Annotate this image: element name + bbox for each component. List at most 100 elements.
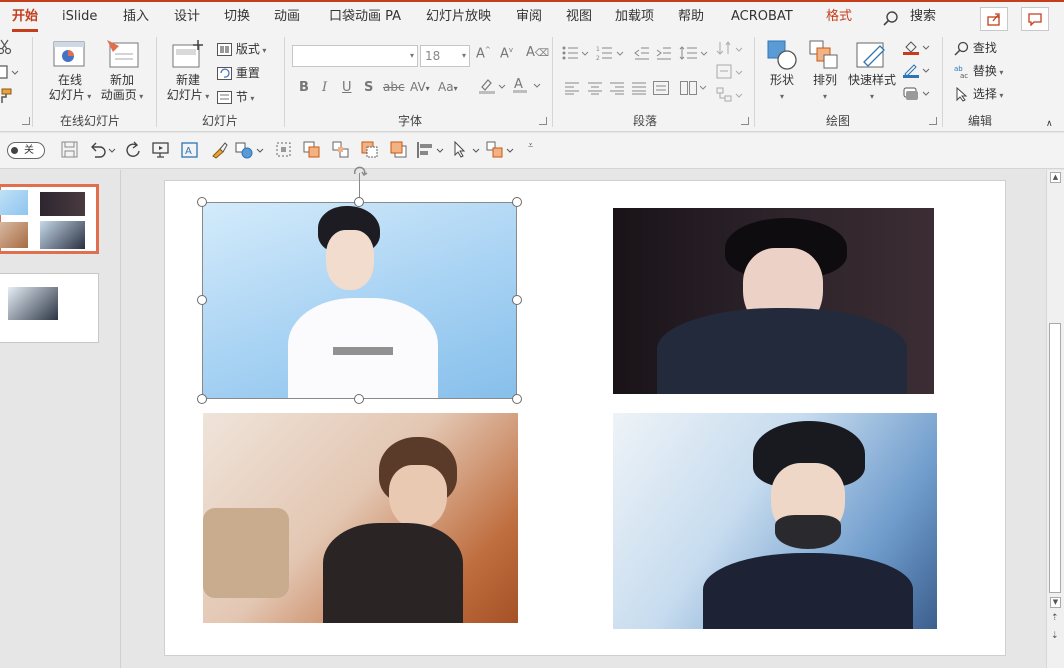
resize-handle-left[interactable] bbox=[197, 295, 207, 305]
quick-styles-icon[interactable] bbox=[856, 40, 888, 70]
collapse-ribbon-icon[interactable]: ∧ bbox=[1046, 119, 1053, 129]
select-button[interactable]: 选择 ▾ bbox=[954, 85, 1003, 102]
customize-qat-icon[interactable]: ⩡ bbox=[528, 141, 533, 151]
scroll-down-icon[interactable]: ▼ bbox=[1050, 597, 1061, 608]
distributed-icon[interactable] bbox=[653, 81, 669, 95]
tab-help[interactable]: 帮助 bbox=[678, 6, 704, 32]
text-direction-icon[interactable] bbox=[716, 41, 744, 57]
next-slide-icon[interactable]: ⇣ bbox=[1051, 632, 1059, 641]
align-left-icon[interactable] bbox=[564, 81, 580, 95]
photo-3[interactable] bbox=[203, 413, 518, 623]
resize-handle-bottom-left[interactable] bbox=[197, 394, 207, 404]
strikethrough-icon[interactable]: abc bbox=[383, 80, 405, 94]
resize-handle-top[interactable] bbox=[354, 197, 364, 207]
tab-acrobat[interactable]: ACROBAT bbox=[731, 6, 793, 32]
photo-1[interactable] bbox=[202, 202, 517, 399]
increase-indent-icon[interactable] bbox=[656, 45, 672, 61]
group-objects-icon[interactable] bbox=[332, 141, 350, 159]
new-animation-page-button[interactable]: 新加 动画页 ▾ bbox=[96, 73, 148, 104]
resize-handle-bottom[interactable] bbox=[354, 394, 364, 404]
shape-insert-icon[interactable] bbox=[235, 141, 265, 159]
present-icon[interactable] bbox=[152, 141, 170, 159]
tab-transitions[interactable]: 切换 bbox=[224, 6, 250, 32]
photo-2[interactable] bbox=[613, 208, 934, 394]
align-objects-icon[interactable] bbox=[416, 141, 446, 159]
tab-pocket-animation[interactable]: 口袋动画 PA bbox=[329, 6, 401, 32]
drawing-launcher[interactable] bbox=[929, 117, 937, 125]
align-center-icon[interactable] bbox=[587, 81, 603, 95]
save-icon[interactable] bbox=[61, 141, 79, 159]
new-animation-page-icon[interactable] bbox=[107, 40, 139, 68]
copy-icon[interactable] bbox=[0, 64, 19, 80]
justify-icon[interactable] bbox=[631, 81, 647, 95]
tab-home[interactable]: 开始 bbox=[12, 6, 39, 32]
send-backward-icon[interactable] bbox=[361, 141, 379, 159]
replace-button[interactable]: ab ac 替换 ▾ bbox=[954, 62, 1003, 79]
text-box-icon[interactable]: A bbox=[181, 141, 199, 159]
grow-font-icon[interactable]: A^ bbox=[476, 46, 491, 61]
tab-addins[interactable]: 加载项 bbox=[615, 6, 654, 32]
arrange-button[interactable]: 排列 ▾ bbox=[805, 73, 845, 104]
selection-pointer-icon[interactable] bbox=[452, 141, 482, 159]
layout-button[interactable]: 版式 ▾ bbox=[217, 40, 266, 57]
undo-icon[interactable] bbox=[89, 141, 117, 159]
new-slide-button[interactable]: 新建 幻灯片 ▾ bbox=[163, 73, 213, 104]
shape-fill-icon[interactable] bbox=[902, 40, 932, 56]
line-spacing-icon[interactable] bbox=[679, 45, 709, 61]
vertical-scrollbar[interactable]: ▲ ▼ ⇡ ⇣ bbox=[1046, 170, 1064, 668]
change-case-icon[interactable]: Aa▾ bbox=[438, 80, 458, 94]
bullets-icon[interactable] bbox=[562, 45, 590, 61]
group-menu-icon[interactable] bbox=[486, 141, 516, 159]
shape-outline-icon[interactable] bbox=[902, 63, 932, 79]
quick-styles-button[interactable]: 快速样式 ▾ bbox=[845, 73, 899, 104]
tab-format[interactable]: 格式 bbox=[826, 6, 852, 32]
bold-icon[interactable]: B bbox=[299, 80, 309, 95]
slide-thumbnail-2[interactable] bbox=[0, 273, 99, 343]
clear-formatting-icon[interactable]: A⌫ bbox=[526, 45, 549, 60]
slide-thumbnail-1[interactable] bbox=[0, 184, 99, 254]
text-shadow-icon[interactable]: S bbox=[364, 80, 373, 95]
rotate-handle-icon[interactable] bbox=[352, 165, 368, 179]
italic-icon[interactable]: I bbox=[322, 80, 327, 95]
tab-design[interactable]: 设计 bbox=[174, 6, 200, 32]
decrease-indent-icon[interactable] bbox=[634, 45, 650, 61]
paint-brush-icon[interactable] bbox=[210, 141, 228, 159]
find-button[interactable]: 查找 bbox=[954, 39, 997, 56]
tell-me-search[interactable]: 搜索 bbox=[910, 6, 936, 32]
send-to-back-icon[interactable] bbox=[390, 141, 408, 159]
align-text-icon[interactable] bbox=[716, 64, 744, 80]
paragraph-launcher[interactable] bbox=[741, 117, 749, 125]
tab-animations[interactable]: 动画 bbox=[274, 6, 300, 32]
resize-handle-top-right[interactable] bbox=[512, 197, 522, 207]
arrange-icon[interactable] bbox=[809, 40, 841, 70]
online-slides-icon[interactable] bbox=[53, 41, 85, 67]
numbering-icon[interactable]: 12 bbox=[596, 45, 626, 61]
character-spacing-icon[interactable]: AV▾ bbox=[410, 80, 430, 94]
shapes-button[interactable]: 形状 ▾ bbox=[762, 73, 802, 104]
scroll-up-icon[interactable]: ▲ bbox=[1050, 172, 1061, 183]
tab-review[interactable]: 审阅 bbox=[516, 6, 542, 32]
scrollbar-thumb[interactable] bbox=[1049, 323, 1061, 593]
tab-view[interactable]: 视图 bbox=[566, 6, 592, 32]
font-size-combo[interactable]: 18 ▾ bbox=[420, 45, 470, 67]
columns-icon[interactable] bbox=[680, 81, 708, 95]
tab-slideshow[interactable]: 幻灯片放映 bbox=[426, 6, 491, 32]
shape-effects-icon[interactable] bbox=[902, 86, 932, 102]
resize-handle-right[interactable] bbox=[512, 295, 522, 305]
cut-icon[interactable] bbox=[0, 39, 12, 55]
search-icon[interactable] bbox=[883, 11, 899, 27]
online-slides-button[interactable]: 在线 幻灯片 ▾ bbox=[44, 73, 96, 104]
font-name-combo[interactable]: ▾ bbox=[292, 45, 418, 67]
new-slide-icon[interactable] bbox=[172, 40, 204, 68]
tab-insert[interactable]: 插入 bbox=[123, 6, 149, 32]
underline-icon[interactable]: U bbox=[342, 80, 352, 95]
shapes-icon[interactable] bbox=[767, 40, 799, 70]
shrink-font-icon[interactable]: Av bbox=[500, 46, 513, 61]
previous-slide-icon[interactable]: ⇡ bbox=[1051, 614, 1059, 623]
comments-button[interactable] bbox=[1021, 7, 1049, 31]
font-launcher[interactable] bbox=[539, 117, 547, 125]
redo-icon[interactable] bbox=[124, 141, 142, 159]
photo-4[interactable] bbox=[613, 413, 937, 629]
font-color-icon[interactable]: A bbox=[512, 76, 542, 94]
clipboard-launcher[interactable] bbox=[22, 117, 30, 125]
